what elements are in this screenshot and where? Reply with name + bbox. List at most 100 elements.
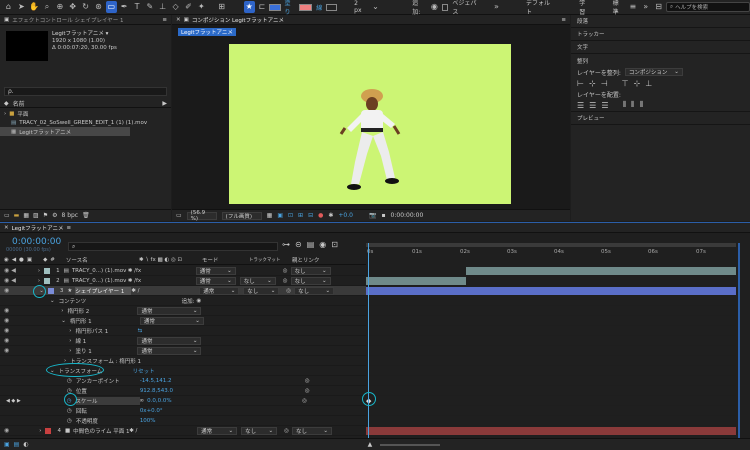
timeline-search-input[interactable]: ⌕ [68,242,278,251]
star-tool-icon[interactable]: ★ [243,1,255,13]
flowchart-icon[interactable]: ▨ [33,212,39,219]
align-panel[interactable]: 整列 [571,54,750,67]
exposure-icon[interactable]: ✱ [328,212,333,219]
expand-arrow-icon[interactable]: › [69,348,71,354]
expand-arrow-icon[interactable]: ⌄ [50,298,55,304]
stroke-1-mode-dropdown[interactable]: 通常 ⌄ [137,336,202,345]
render-icon[interactable]: ⚑ [43,212,48,219]
layer-name[interactable]: TRACY_0...) (1).mov [72,268,128,274]
frame-blending-icon[interactable]: ▤ [307,240,315,249]
col-trackmatte[interactable]: トラックマット [249,257,289,263]
close-icon[interactable]: ✕ [4,225,9,231]
layer-switches[interactable]: ✱ ∕fx [128,278,196,284]
viewer-timecode[interactable]: 0:00:00:00 [391,212,424,219]
align-hcenter-icon[interactable]: ⊹ [589,79,596,88]
panel-menu-icon[interactable]: ≡ [67,225,72,231]
parent-pickwhip-icon[interactable]: ◎ [283,268,288,274]
layer-label-color[interactable] [44,277,51,284]
layer-name[interactable]: TRACY_0...) (1).mov [72,278,128,284]
col-parent[interactable]: 親とリンク [292,256,320,264]
workspace-expand-icon[interactable]: » [491,1,502,13]
layer-bar-4[interactable] [366,426,736,436]
layer-label-color[interactable] [44,267,51,274]
distribute-left-icon[interactable]: ⦀ [623,100,627,110]
lock-icon[interactable]: ▣ [184,17,189,23]
interpret-footage-icon[interactable]: ▭ [4,212,10,219]
chevron-down-icon[interactable]: ⌄ [370,1,381,13]
prop-fill-1[interactable]: ◉ › 塗り 1 通常 ⌄ [0,346,366,356]
layer-bar-2[interactable] [366,276,736,286]
home-icon[interactable]: ⌂ [3,1,14,13]
distribute-right-icon[interactable]: ⦀ [640,100,644,110]
ellipse-1-mode-dropdown[interactable]: 通常 ⌄ [139,316,204,325]
exposure-value[interactable]: +0.0 [338,212,353,219]
brush-tool-icon[interactable]: ✎ [144,1,155,13]
mode-dropdown[interactable]: 通常 ⌄ [197,426,238,435]
expression-pickwhip-icon[interactable]: ◎ [305,378,310,384]
stopwatch-icon[interactable]: ◷ [67,418,72,424]
composition-tab[interactable]: ✕ ▣ コンポジション Legitフラットアニメ ≡ [172,15,570,25]
expand-arrow-icon[interactable]: › [38,268,40,274]
workspace-menu-icon[interactable]: ≡ [627,1,638,13]
current-time[interactable]: 0:00:00:00 [12,237,61,247]
orbit-tool-icon[interactable]: ⊕ [54,1,65,13]
project-item-footage[interactable]: ▤ TRACY_02_SoSwell_GREEN_EDIT_1 (1) (1).m… [0,118,171,127]
character-panel[interactable]: 文字 [571,41,750,54]
trackmatte-dropdown[interactable]: なし ⌄ [243,286,280,295]
add-dropdown-icon[interactable]: ◉ [429,1,440,13]
parent-dropdown[interactable]: なし ⌄ [290,266,331,275]
layer-name[interactable]: 中間色のライム 平面 1 [73,427,129,435]
distribute-top-icon[interactable]: ☰ [577,101,584,110]
rotation-value[interactable]: 0x+0.0° [140,408,305,414]
stroke-color-box[interactable] [326,3,338,11]
parent-dropdown[interactable]: なし ⌄ [291,426,332,435]
anchor-point-value[interactable]: -14.5,141.2 [140,378,305,384]
stroke-color-swatch[interactable] [299,3,313,11]
expand-arrow-icon[interactable]: › [4,111,6,117]
playhead[interactable] [368,243,369,438]
workspace-standard[interactable]: 標準 [611,0,626,16]
column-name[interactable]: 名前 [13,99,25,108]
align-vcenter-icon[interactable]: ⊹ [634,79,641,88]
effect-controls-tab[interactable]: ▣ エフェクトコントロール シェイプレイヤー 1 ≡ [0,15,171,25]
expand-arrow-icon[interactable]: › [69,328,71,334]
timeline-tab[interactable]: ✕ Legitフラットアニメ ≡ [0,223,750,233]
zoom-tool-icon[interactable]: ⌕ [42,1,53,13]
pen-tool-icon[interactable]: ✒ [119,1,130,13]
parent-pickwhip-icon[interactable]: ◎ [283,278,288,284]
time-ruler[interactable]: 0s 01s 02s 03s 04s 05s 06s 07s [366,243,738,265]
shy-layers-icon[interactable]: ⊝ [295,240,302,249]
position-value[interactable]: 912.8,543.0 [140,388,305,394]
clone-stamp-tool-icon[interactable]: ⊥ [157,1,168,13]
bpc-label[interactable]: 8 bpc [61,212,78,219]
grid-guides-icon[interactable]: ⊞ [298,212,303,219]
scale-value[interactable]: 0.0,0.0% [147,398,302,404]
render-time-icon[interactable]: ▣ [4,441,10,448]
visibility-eye-icon[interactable]: ◉ [4,267,9,274]
fill-color-swatch[interactable] [269,3,281,11]
motion-blur-icon[interactable]: ◉ [319,240,326,249]
stopwatch-icon[interactable]: ◷ [67,408,72,414]
local-axis-icon[interactable]: ⊞ [216,1,227,13]
type-tool-icon[interactable]: T [132,1,143,13]
layer-switches[interactable]: ✱ ∕fx [128,268,196,274]
layer-bar-3[interactable] [366,286,736,296]
prop-ellipse-2[interactable]: ◉ › 楕円形 2 通常 ⌄ [0,306,366,316]
prop-opacity[interactable]: ◷ 不透明度 100% [0,416,366,426]
snapshot-icon[interactable]: 📷 [369,212,376,219]
visibility-eye-icon[interactable]: ◉ [4,317,9,324]
workspace-default[interactable]: デフォルト [524,0,555,16]
prop-scale[interactable]: ◀ ◆ ▶ ◷ スケール ∞ 0.0,0.0% ◎ [0,396,366,406]
close-icon[interactable]: ✕ [176,17,181,23]
align-top-icon[interactable]: ⊤ [622,79,629,88]
hand-tool-icon[interactable]: ✋ [29,1,40,13]
opacity-value[interactable]: 100% [140,418,156,424]
layer-label-color[interactable] [45,427,52,434]
stroke-width-value[interactable]: 2 px [352,0,368,14]
path-direction-icon[interactable]: ⇆ [137,328,142,334]
expand-arrow-icon[interactable]: › [69,338,71,344]
visibility-eye-icon[interactable]: ◉ [4,327,9,334]
expression-pickwhip-icon[interactable]: ◎ [305,388,310,394]
move-tool-icon[interactable]: ✥ [67,1,78,13]
selection-tool-icon[interactable]: ➤ [16,1,27,13]
